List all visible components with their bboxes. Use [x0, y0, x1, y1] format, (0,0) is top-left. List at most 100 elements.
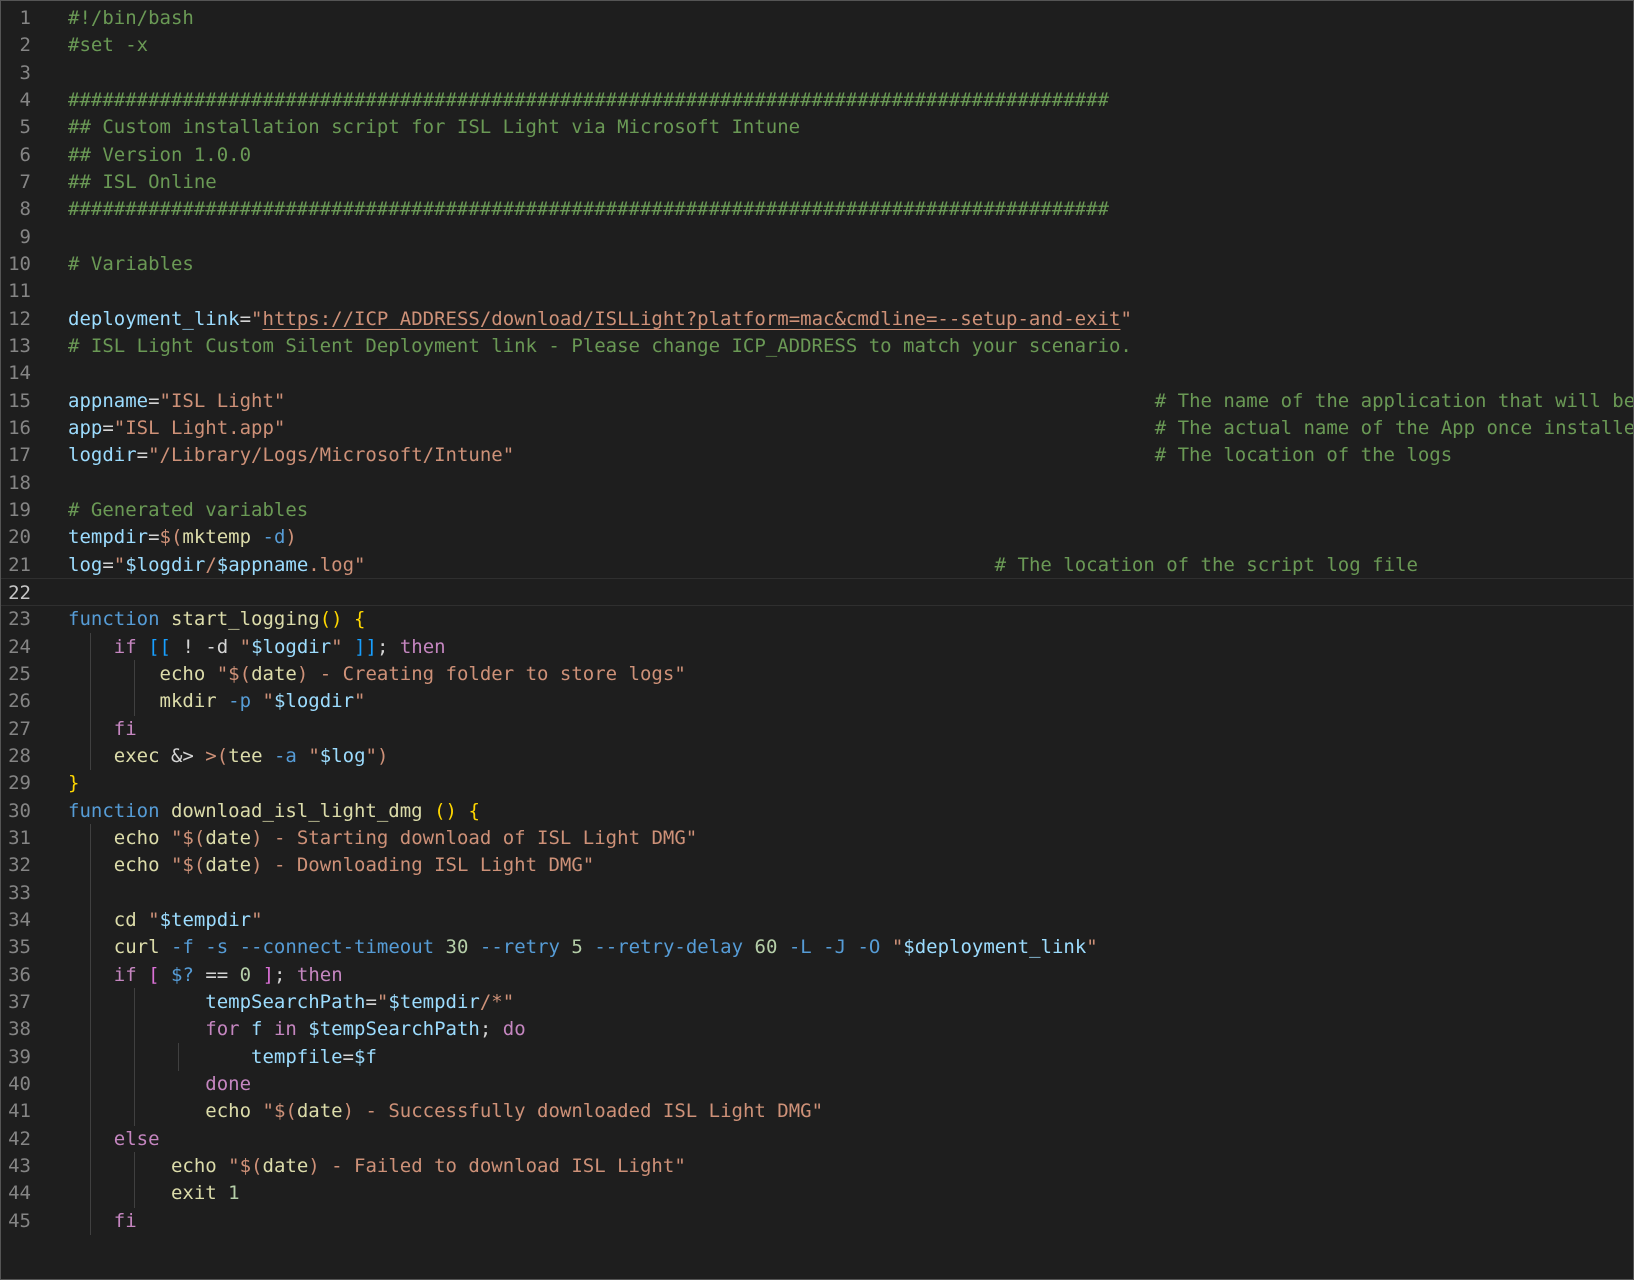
line-number: 1: [19, 7, 31, 29]
code-token: logdir: [68, 444, 137, 467]
code-line[interactable]: 42 else: [1, 1124, 1633, 1154]
code-text: fi: [68, 1207, 137, 1236]
code-line[interactable]: 30 function download_isl_light_dmg () {: [1, 797, 1633, 826]
line-number: 15: [8, 389, 31, 412]
line-number: 19: [8, 498, 31, 521]
code-token: # Generated variables: [68, 498, 309, 521]
code-token: ]: [262, 963, 275, 986]
code-line[interactable]: 35 curl -f -s --connect-timeout 30 --ret…: [1, 933, 1633, 962]
code-line[interactable]: 8 #######################################…: [1, 195, 1633, 224]
code-line[interactable]: 2 #set -x: [1, 31, 1633, 60]
code-token: $f: [354, 1045, 377, 1068]
code-token: ! -d: [171, 635, 240, 658]
code-line[interactable]: 37 tempSearchPath="$tempdir/*": [1, 987, 1633, 1017]
code-text: echo "$(date) - Downloading ISL Light DM…: [68, 851, 594, 880]
code-line[interactable]: 36 if [ $? == 0 ]; then: [1, 960, 1633, 990]
code-line[interactable]: 14: [1, 359, 1633, 388]
code-line[interactable]: 10 # Variables: [1, 250, 1633, 279]
code-token: download_isl_light_dmg: [170, 799, 423, 822]
code-text: logdir="/Library/Logs/Microsoft/Intune" …: [68, 441, 1452, 470]
code-token: date: [251, 662, 297, 685]
code-line[interactable]: 19 # Generated variables: [1, 496, 1633, 525]
code-line[interactable]: 45 fi: [1, 1206, 1633, 1236]
code-token: =: [102, 416, 114, 439]
code-line[interactable]: 5 ## Custom installation script for ISL L…: [1, 113, 1633, 142]
code-token: https://ICP_ADDRESS/download/ISLLight?pl…: [262, 307, 1121, 330]
code-text: app="ISL Light.app" # The actual name of…: [68, 414, 1633, 443]
code-token: (): [434, 799, 457, 822]
code-token: mktemp: [182, 526, 252, 549]
code-token: function: [68, 608, 160, 631]
code-line[interactable]: 20 tempdir=$(mktemp -d): [1, 523, 1633, 552]
code-line[interactable]: 11: [1, 277, 1633, 306]
code-line[interactable]: 43 echo "$(date) - Failed to download IS…: [1, 1151, 1633, 1181]
code-line[interactable]: 4 #######################################…: [1, 86, 1633, 115]
code-token: #!/bin/bash: [68, 7, 194, 29]
code-line[interactable]: 21 log="$logdir/$appname.log" # The locat…: [1, 551, 1633, 580]
code-token: {: [468, 799, 480, 822]
code-line[interactable]: 31 echo "$(date) - Starting download of …: [1, 823, 1633, 853]
code-line[interactable]: 39 tempfile=$f: [1, 1042, 1633, 1072]
code-text: #set -x: [68, 31, 148, 60]
code-line[interactable]: 13 # ISL Light Custom Silent Deployment l…: [1, 332, 1633, 361]
code-line[interactable]: 44 exit 1: [1, 1179, 1633, 1208]
line-number: 2: [19, 34, 31, 57]
code-line[interactable]: 1 #!/bin/bash: [1, 4, 1633, 33]
code-line[interactable]: 26 mkdir -p "$logdir": [1, 687, 1633, 716]
code-token: -L -J -O: [788, 936, 881, 959]
code-line[interactable]: 34 cd "$tempdir": [1, 905, 1633, 935]
code-line[interactable]: 18: [1, 469, 1633, 498]
code-token: -p: [228, 690, 252, 713]
code-line[interactable]: 28 exec &> >(tee -a "$log"): [1, 741, 1633, 771]
code-token: exec: [113, 744, 160, 767]
code-line[interactable]: 24 if [[ ! -d "$logdir" ]]; then: [1, 632, 1633, 662]
code-token: ": [308, 744, 320, 767]
line-number: 41: [8, 1100, 31, 1123]
code-token: # Variables: [68, 252, 194, 275]
code-line[interactable]: 38 for f in $tempSearchPath; do: [1, 1015, 1633, 1044]
code-line[interactable]: 40 done: [1, 1069, 1633, 1099]
line-number: 21: [8, 553, 31, 576]
code-line[interactable]: 41 echo "$(date) - Successfully download…: [1, 1097, 1633, 1126]
code-line[interactable]: 3: [1, 59, 1633, 88]
code-line[interactable]: 29}: [1, 769, 1633, 798]
code-line[interactable]: 7 ## ISL Online: [1, 168, 1633, 197]
line-number: 40: [8, 1072, 31, 1095]
line-number: 20: [8, 526, 31, 549]
code-token: deployment_link: [68, 307, 240, 330]
line-number: 39: [8, 1045, 31, 1068]
code-token: &>: [159, 744, 206, 767]
code-line[interactable]: 33: [1, 878, 1633, 908]
code-line[interactable]: 27 fi: [1, 714, 1633, 744]
code-line[interactable]: 22: [1, 577, 1633, 607]
code-line[interactable]: 25 echo "$(date) - Creating folder to st…: [1, 659, 1633, 689]
code-text: if [[ ! -d "$logdir" ]]; then: [68, 633, 446, 662]
code-line[interactable]: 9: [1, 223, 1633, 252]
code-token: tee: [228, 744, 263, 767]
code-line[interactable]: 12 deployment_link="https://ICP_ADDRESS/d…: [1, 305, 1633, 334]
code-line[interactable]: 17 logdir="/Library/Logs/Microsoft/Intune…: [1, 441, 1633, 470]
code-token: do: [502, 1018, 526, 1041]
code-line[interactable]: 6 ## Version 1.0.0: [1, 141, 1633, 170]
code-line[interactable]: 16 app="ISL Light.app" # The actual name …: [1, 414, 1633, 443]
code-line[interactable]: 15 appname="ISL Light" # The name of the …: [1, 387, 1633, 416]
code-token: # The location of the logs: [1154, 444, 1453, 467]
code-line[interactable]: 23 function start_logging() {: [1, 605, 1633, 634]
code-text: else: [68, 1125, 160, 1154]
code-editor[interactable]: 1 #!/bin/bash 2 #set -x 3 4 ##################…: [0, 0, 1634, 1280]
code-line[interactable]: 32 echo "$(date) - Downloading ISL Light…: [1, 851, 1633, 880]
line-number: 14: [8, 362, 31, 385]
